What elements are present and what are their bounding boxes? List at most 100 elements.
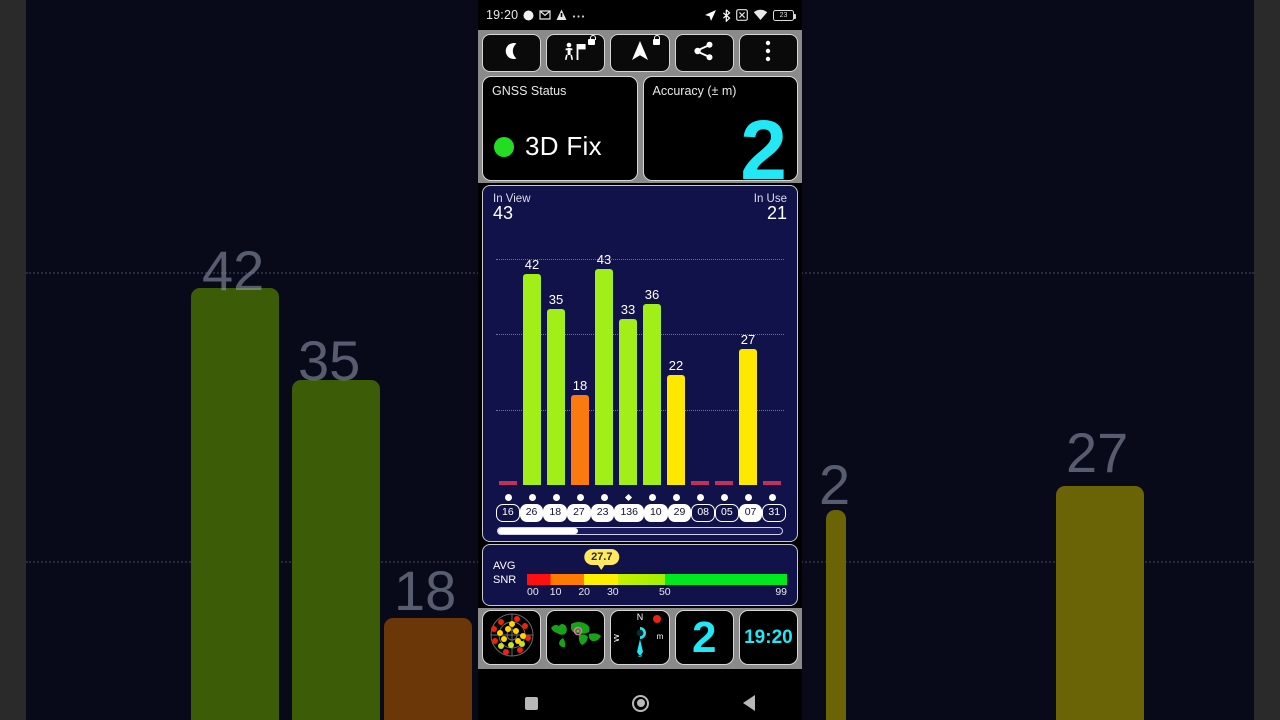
satellite-id-badge[interactable]: 16 bbox=[496, 504, 520, 522]
snr-scale-tick: 00 bbox=[527, 586, 539, 598]
chart-scrollbar[interactable] bbox=[497, 527, 783, 535]
satellite-dot-marker-icon bbox=[672, 493, 680, 501]
satellite-bar-empty bbox=[498, 481, 518, 485]
satellite-id-cell: 29 bbox=[667, 504, 692, 522]
satellite-marker-cell bbox=[760, 491, 784, 503]
lock-icon bbox=[588, 35, 596, 45]
satellite-marker-row bbox=[496, 491, 784, 503]
satellite-id-badge[interactable]: 27 bbox=[567, 504, 591, 522]
satellite-marker-cell bbox=[544, 491, 568, 503]
satellite-bar: 27 bbox=[738, 332, 758, 485]
status-cards-row: GNSS Status 3D Fix Accuracy (± m) 2 bbox=[478, 74, 802, 192]
satellite-bar-slot: 42 bbox=[520, 234, 544, 485]
accuracy-value: 2 bbox=[740, 103, 787, 197]
battery-icon: 23 bbox=[773, 9, 797, 21]
satellite-dot-marker-icon bbox=[696, 493, 704, 501]
avg-snr-labels: AVG SNR bbox=[493, 559, 516, 587]
three-dots-vertical-icon bbox=[765, 40, 771, 67]
snr-label: SNR bbox=[493, 574, 517, 586]
satellite-dot-marker-icon bbox=[504, 493, 512, 501]
satellite-bar: 35 bbox=[546, 292, 566, 485]
bottom-tab-bar: N W m s 2 19:20 bbox=[478, 608, 802, 669]
status-bar-clock: 19:20 bbox=[486, 8, 519, 22]
nav-back-button[interactable] bbox=[743, 695, 755, 711]
satellite-marker-cell bbox=[736, 491, 760, 503]
satellite-id-badge[interactable]: 31 bbox=[762, 504, 787, 522]
satellite-id-cell: 08 bbox=[691, 504, 716, 522]
radar-sky-icon bbox=[487, 611, 537, 664]
satellite-bar-slot: 35 bbox=[544, 234, 568, 485]
satellite-dot-marker-icon bbox=[720, 493, 728, 501]
satellite-id-cell: 31 bbox=[762, 504, 787, 522]
satellite-id-cell: 23 bbox=[590, 504, 615, 522]
share-icon bbox=[694, 41, 714, 66]
satellite-id-badge[interactable]: 29 bbox=[667, 504, 692, 522]
phone-screen: 19:20 23 GNSS Status 3D Fix Accuracy (± … bbox=[478, 0, 802, 720]
satellite-id-cell: 16 bbox=[496, 504, 520, 522]
share-button[interactable] bbox=[674, 34, 734, 72]
night-mode-button[interactable] bbox=[482, 34, 542, 72]
battery-level: 23 bbox=[779, 11, 788, 19]
tab-clock-value: 19:20 bbox=[744, 626, 793, 648]
satellite-id-cell: 26 bbox=[519, 504, 544, 522]
satellite-id-badge[interactable]: 10 bbox=[643, 504, 668, 522]
satellite-marker-cell bbox=[640, 491, 664, 503]
satellite-bar-slot bbox=[688, 234, 712, 485]
surveyor-flag-icon bbox=[563, 41, 589, 66]
satellite-bar-slot: 27 bbox=[736, 234, 760, 485]
world-map-icon bbox=[549, 618, 603, 657]
overflow-menu-button[interactable] bbox=[738, 34, 799, 72]
tab-map[interactable] bbox=[546, 610, 606, 665]
satellite-id-badge[interactable]: 23 bbox=[590, 504, 615, 522]
nav-recents-button[interactable] bbox=[525, 696, 538, 710]
tab-accuracy[interactable]: 2 bbox=[674, 610, 734, 665]
satellite-bar: 33 bbox=[618, 302, 638, 485]
satellite-id-badge[interactable]: 08 bbox=[691, 504, 716, 522]
tab-compass[interactable]: N W m s bbox=[610, 610, 670, 665]
satellite-bar-label: 22 bbox=[668, 357, 684, 373]
avg-snr-panel: AVG SNR 27.7 00 10 20 30 50 99 bbox=[482, 544, 798, 606]
screen-root: 42 35 18 4 2 27 19:20 bbox=[0, 0, 1280, 720]
satellite-bar-slot bbox=[712, 234, 736, 485]
gnss-status-card[interactable]: GNSS Status 3D Fix bbox=[482, 76, 638, 181]
satellite-bar-label: 42 bbox=[524, 257, 540, 273]
dot-icon bbox=[523, 10, 534, 21]
no-sim-icon bbox=[736, 9, 748, 21]
survey-button[interactable] bbox=[546, 34, 606, 72]
satellite-id-cell: 05 bbox=[715, 504, 739, 522]
satellite-bar-slot: 22 bbox=[664, 234, 688, 485]
navigation-button[interactable] bbox=[610, 34, 670, 72]
satellite-bar-slot: 36 bbox=[640, 234, 664, 485]
satellite-id-badge[interactable]: 26 bbox=[519, 504, 544, 522]
satellite-bar-label: 33 bbox=[620, 302, 636, 318]
satellite-id-badge[interactable]: 18 bbox=[543, 504, 568, 522]
satellite-diamond-marker-icon bbox=[624, 493, 632, 501]
bars-container: 42 35 18 43 33 36 22 27 bbox=[496, 234, 784, 485]
satellite-id-cell: 18 bbox=[543, 504, 568, 522]
satellite-bar: 22 bbox=[666, 358, 686, 485]
gnss-fix-row: 3D Fix bbox=[494, 131, 602, 162]
snr-scale-tick: 10 bbox=[549, 586, 562, 598]
satellite-id-badge[interactable]: 07 bbox=[738, 504, 763, 522]
satellite-id-badge[interactable]: 05 bbox=[715, 504, 739, 522]
satellite-bar-empty bbox=[714, 481, 734, 485]
nav-home-button[interactable] bbox=[632, 694, 649, 712]
satellite-id-cell: 136 bbox=[614, 504, 644, 522]
satellite-id-row: 16 26 18 27 23 136 10 29 08 05 07 31 bbox=[496, 504, 787, 522]
more-icon bbox=[572, 13, 585, 18]
snr-scale-tick: 50 bbox=[658, 586, 671, 598]
navigation-arrow-icon bbox=[631, 40, 649, 67]
satellite-dot-marker-icon bbox=[528, 493, 536, 501]
compass-icon: N W m s bbox=[611, 611, 666, 664]
satellite-id-badge[interactable]: 136 bbox=[614, 504, 644, 522]
satellite-bar-slot bbox=[496, 234, 520, 485]
satellite-bar-slot bbox=[760, 234, 784, 485]
chart-scrollbar-thumb[interactable] bbox=[498, 528, 578, 534]
tab-clock[interactable]: 19:20 bbox=[738, 610, 799, 665]
alert-icon bbox=[556, 9, 567, 21]
accuracy-card[interactable]: Accuracy (± m) 2 bbox=[642, 76, 798, 192]
satellite-bar: 36 bbox=[642, 287, 662, 485]
satellite-chart-panel[interactable]: In View 43 In Use 21 42 35 18 43 33 36 22 27 16… bbox=[482, 185, 798, 542]
tab-sky-view[interactable] bbox=[482, 610, 542, 665]
satellite-marker-cell bbox=[520, 491, 544, 503]
